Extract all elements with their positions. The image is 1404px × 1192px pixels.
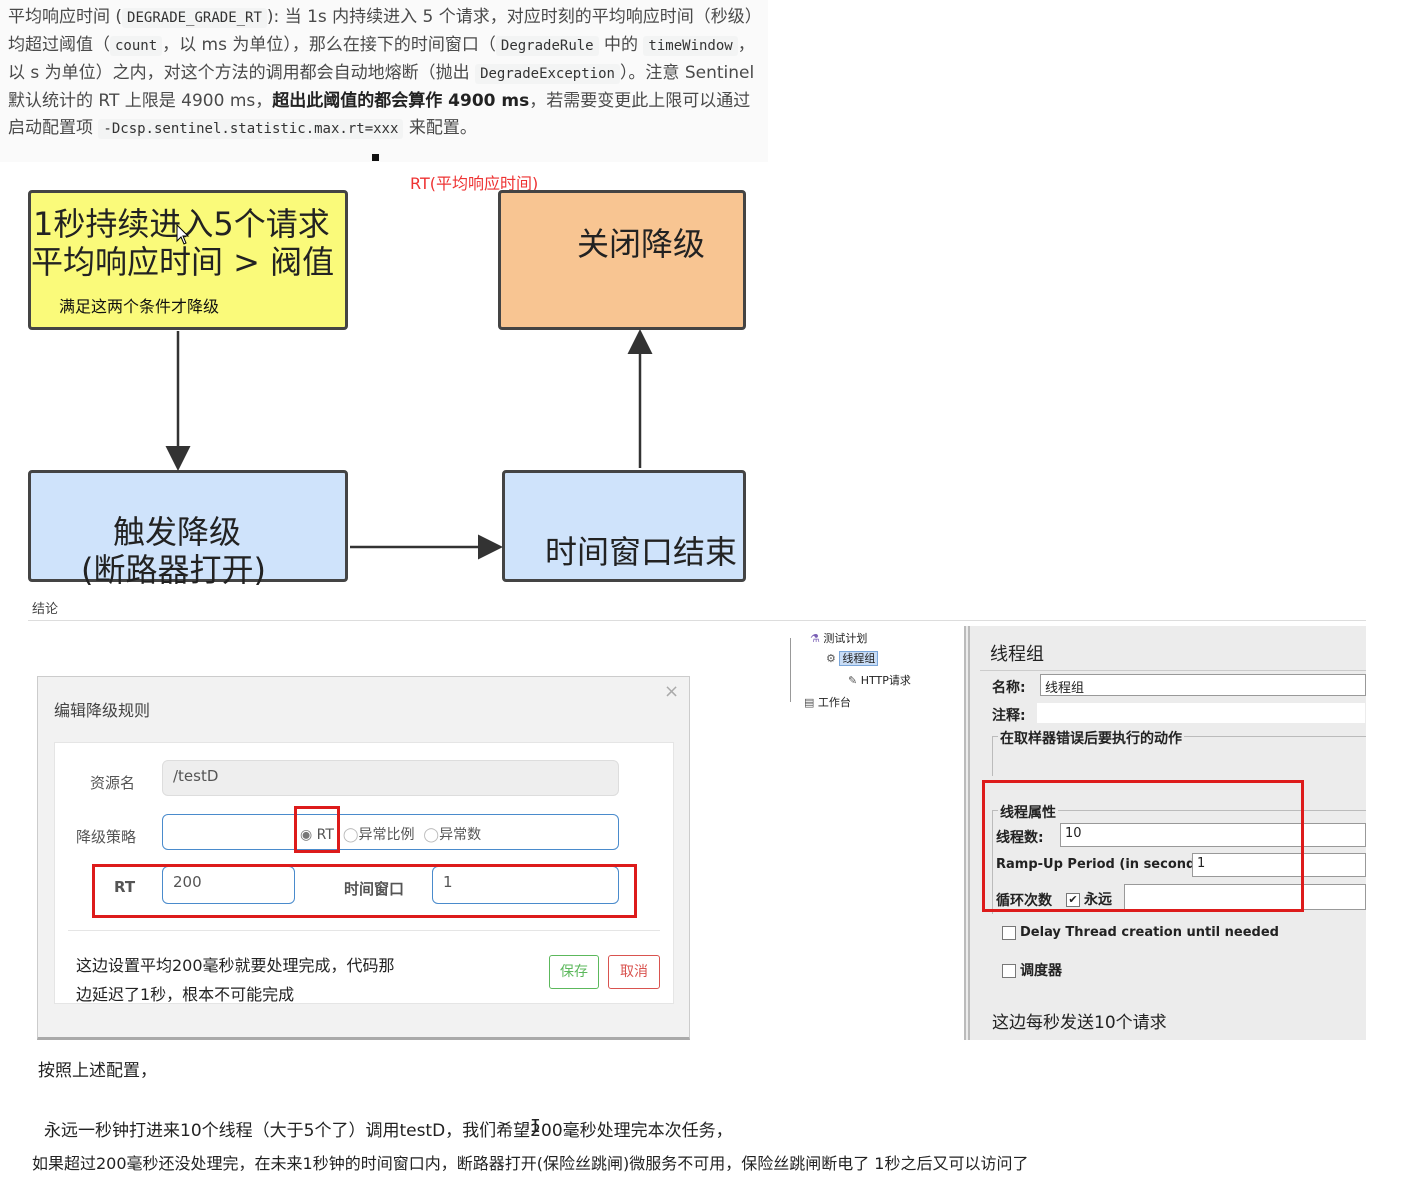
name-input[interactable]: 线程组 [1040,674,1366,696]
flask-icon: ⚗ [810,632,820,645]
save-button[interactable]: 保存 [549,955,599,989]
tree-node-http-request[interactable]: ✎ HTTP请求 [848,672,911,688]
checkbox-label: Delay Thread creation until needed [1020,925,1279,940]
tree-label: 线程组 [839,651,879,666]
jmeter-tree: ⚗ 测试计划 ⚙ 线程组 ✎ HTTP请求 ▤ 工作台 [784,628,954,718]
tree-label: 测试计划 [823,632,868,645]
dialog-note: 边延迟了1秒，根本不可能完成 [76,985,295,1004]
tree-label: 工作台 [817,696,851,709]
section-label: 结论 [32,602,59,617]
divider [68,930,660,931]
gear-icon: ⚙ [826,652,836,665]
radio-label: 异常比例 [358,827,415,843]
text-cursor-icon: I [530,1116,541,1137]
radio-exception-ratio[interactable]: ◯异常比例 [343,827,415,843]
radio-label: 异常数 [439,827,482,843]
panel-title: 线程组 [990,644,1044,665]
tree-node-thread-group[interactable]: ⚙ 线程组 [826,650,879,666]
radio-exception-count[interactable]: ◯异常数 [423,827,481,843]
tree-node-test-plan[interactable]: ⚗ 测试计划 [810,630,867,646]
dialog-title: 编辑降级规则 [54,701,151,720]
cursor-icon [176,224,190,245]
comment-label: 注释: [992,708,1026,724]
pencil-icon: ✎ [848,674,858,687]
strategy-label: 降级策略 [76,828,137,846]
radio-icon: ◯ [342,827,359,843]
close-icon[interactable]: × [664,681,679,702]
jmeter-note: 这边每秒发送10个请求 [992,1013,1167,1033]
checkbox-icon [1002,925,1016,940]
delay-checkbox[interactable]: Delay Thread creation until needed [1002,925,1279,940]
tree-line [790,638,791,702]
tree-label: HTTP请求 [860,674,911,687]
comment-input[interactable] [1036,702,1366,724]
resource-name-input[interactable]: /testD [162,760,619,796]
footer-text: 如果超过200毫秒还没处理完，在未来1秒钟的时间窗口内，断路器打开(保险丝跳闸)… [32,1154,1029,1173]
divider [28,620,1366,621]
error-action-label: 在取样器错误后要执行的动作 [998,728,1184,748]
cancel-button[interactable]: 取消 [608,955,660,989]
resource-label: 资源名 [90,774,136,792]
radio-icon: ◯ [423,827,440,843]
diagram-arrows [165,329,653,560]
clipboard-icon: ▤ [804,696,815,709]
checkbox-icon [1002,964,1016,978]
highlight-rt-window [92,864,637,918]
tree-node-workbench[interactable]: ▤ 工作台 [804,694,851,710]
divider [980,670,1366,671]
footer-text: 永远一秒钟打进来10个线程（大于5个了）调用testD，我们希望200毫秒处理完… [44,1121,733,1141]
scheduler-checkbox[interactable]: 调度器 [1002,960,1062,980]
highlight-rt-option [294,806,340,853]
name-label: 名称: [992,680,1026,696]
dialog-note: 这边设置平均200毫秒就要处理完成，代码那 [76,956,395,975]
highlight-thread-props [982,780,1304,912]
footer-text: 按照上述配置， [38,1061,157,1081]
checkbox-label: 调度器 [1020,963,1062,979]
